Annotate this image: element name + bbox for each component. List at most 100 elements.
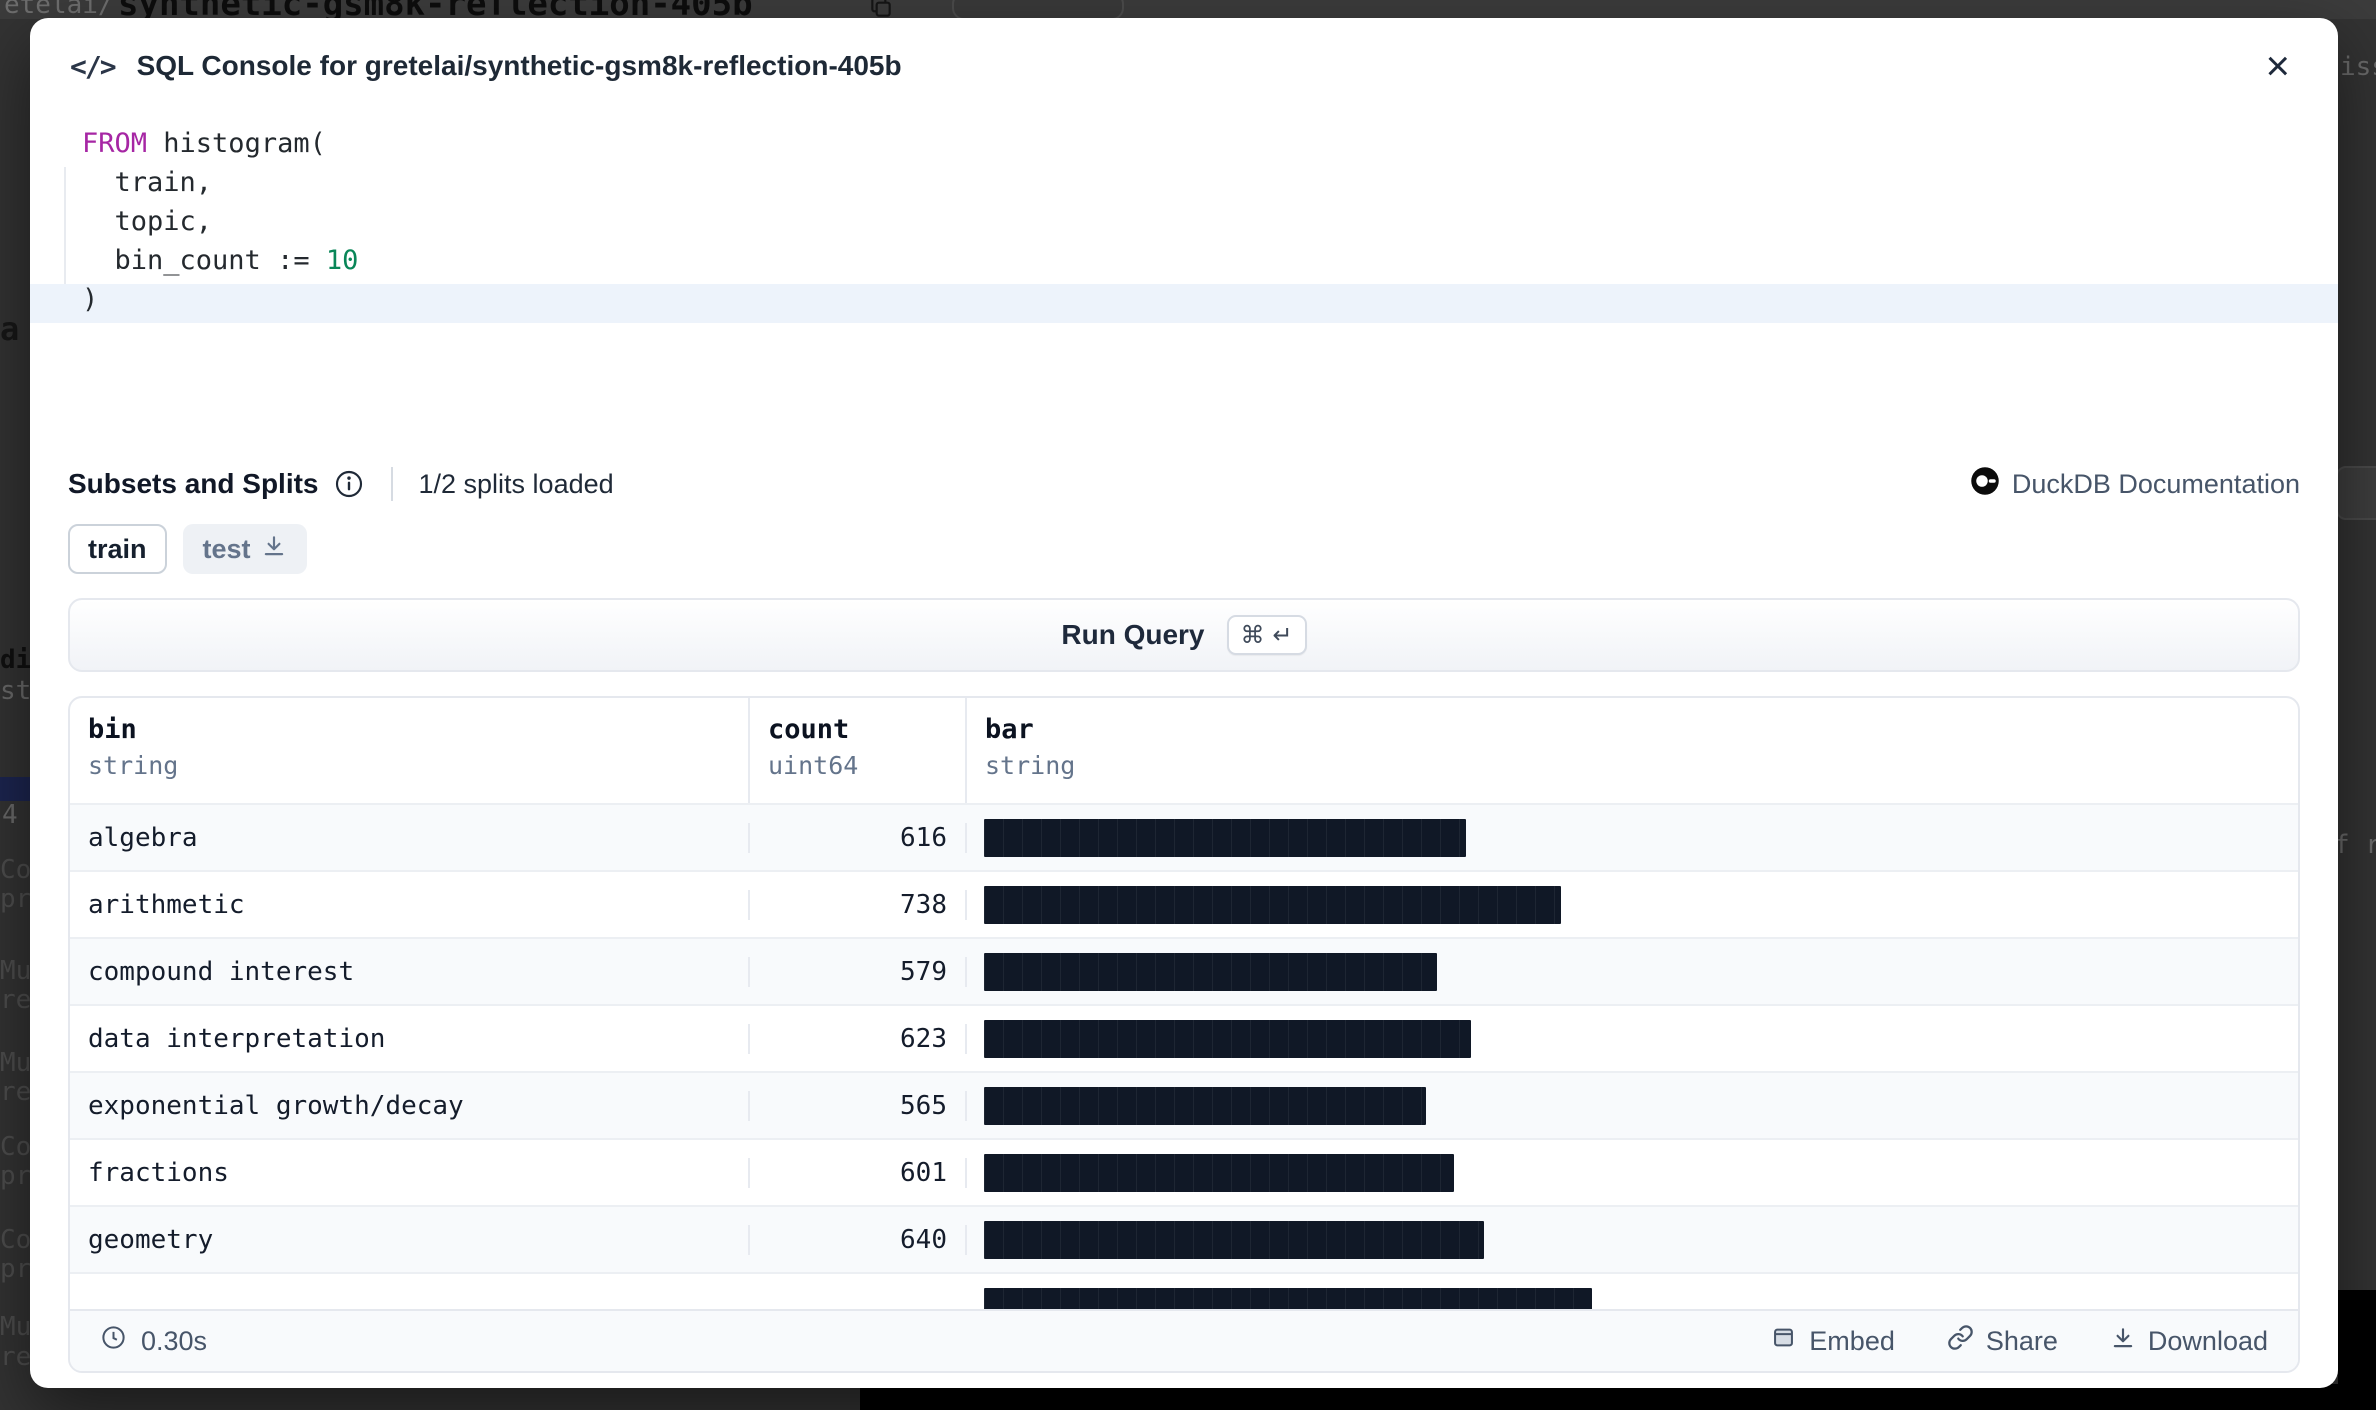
action-label: Embed [1809, 1326, 1895, 1357]
table-row-partial [70, 1272, 2298, 1309]
background-dataset-title: synthetic-gsm8k-reflection-405b [118, 0, 753, 19]
footer-actions: Embed Share Download [1770, 1324, 2268, 1358]
count-cell: 601 [750, 1158, 967, 1188]
bin-cell: exponential growth/decay [70, 1091, 750, 1121]
download-icon [2110, 1325, 2136, 1358]
embed-button[interactable]: Embed [1770, 1324, 1895, 1358]
code-token: topic, [82, 206, 212, 237]
count-cell: 579 [750, 957, 967, 987]
column-header-bin: bin string [70, 698, 750, 803]
count-cell: 738 [750, 890, 967, 920]
bin-cell: compound interest [70, 957, 750, 987]
download-button[interactable]: Download [2110, 1324, 2268, 1358]
table-row: arithmetic 738 [70, 870, 2298, 937]
run-query-label: Run Query [1061, 619, 1204, 651]
action-label: Download [2148, 1326, 2268, 1357]
run-query-button[interactable]: Run Query ⌘↵ [68, 598, 2300, 672]
code-line: FROM histogram( [30, 128, 2338, 167]
clock-icon [100, 1324, 127, 1358]
background-text-fragment: f row [2334, 830, 2376, 860]
query-duration: 0.30s [100, 1324, 207, 1358]
code-token: ) [82, 284, 98, 315]
modal-header: </> SQL Console for gretelai/synthetic-g… [30, 18, 2338, 114]
splits-section-header: Subsets and Splits 1/2 splits loaded [68, 458, 2300, 510]
bin-cell: geometry [70, 1225, 750, 1255]
duckdb-documentation-link[interactable]: DuckDB Documentation [1970, 466, 2300, 503]
table-row: compound interest 579 [70, 937, 2298, 1004]
split-label: train [88, 534, 147, 565]
background-repo-owner: etelai/ [4, 0, 114, 19]
column-type: string [985, 751, 2298, 780]
count-cell: 616 [750, 823, 967, 853]
background-highlight-bar [0, 777, 30, 801]
count-cell: 640 [750, 1225, 967, 1255]
table-row: geometry 640 [70, 1205, 2298, 1272]
modal-title: SQL Console for gretelai/synthetic-gsm8k… [137, 50, 2258, 82]
histogram-bar [984, 1154, 1454, 1192]
table-header-row: bin stringcount uint64bar string [70, 698, 2298, 803]
splits-heading: Subsets and Splits [68, 468, 319, 500]
shortcut-key: ↵ [1273, 621, 1293, 649]
page: etelai/ synthetic-gsm8k-reflection-405b … [0, 0, 2376, 1410]
splits-loaded-status: 1/2 splits loaded [419, 469, 614, 500]
bin-cell: data interpretation [70, 1024, 750, 1054]
column-name: bar [985, 714, 2298, 745]
shortcut-key: ⌘ [1241, 621, 1265, 649]
share-icon [1947, 1324, 1974, 1358]
split-buttons: train test [68, 524, 2300, 574]
code-token: bin_count := [82, 245, 326, 276]
bin-cell: arithmetic [70, 890, 750, 920]
table-body: algebra 616 arithmetic 738 compound inte… [70, 803, 2298, 1272]
code-token: train, [82, 167, 212, 198]
column-type: string [88, 751, 748, 780]
column-name: count [768, 714, 965, 745]
code-line: topic, [30, 206, 2338, 245]
code-token: histogram( [147, 128, 326, 159]
table-row: exponential growth/decay 565 [70, 1071, 2298, 1138]
count-cell: 623 [750, 1024, 967, 1054]
table-row: algebra 616 [70, 803, 2298, 870]
histogram-bar [984, 1288, 1592, 1309]
code-token: 10 [326, 245, 359, 276]
histogram-bar [984, 1087, 1426, 1125]
column-header-bar: bar string [967, 698, 2298, 803]
table-footer: 0.30s Embed Share Download [70, 1309, 2298, 1371]
split-button-train[interactable]: train [68, 524, 167, 574]
split-button-test[interactable]: test [183, 524, 307, 574]
action-label: Share [1986, 1326, 2058, 1357]
background-pill-button [952, 0, 1124, 19]
sql-editor[interactable]: FROM histogram( train, topic, bin_count … [30, 128, 2338, 458]
close-icon[interactable]: × [2257, 45, 2298, 87]
count-cell: 565 [750, 1091, 967, 1121]
column-type: uint64 [768, 751, 965, 780]
column-name: bin [88, 714, 748, 745]
info-icon[interactable] [333, 468, 365, 500]
histogram-bar [984, 1020, 1471, 1058]
histogram-bar [984, 886, 1561, 924]
keyboard-shortcut-badge: ⌘↵ [1227, 615, 1307, 655]
background-button-fragment [2336, 466, 2376, 520]
code-token: FROM [82, 128, 147, 159]
duckdb-link-label: DuckDB Documentation [2012, 469, 2300, 500]
embed-icon [1770, 1324, 1797, 1358]
share-button[interactable]: Share [1947, 1324, 2058, 1358]
duration-value: 0.30s [141, 1326, 207, 1357]
download-icon [261, 533, 287, 566]
code-line: train, [30, 167, 2338, 206]
column-header-count: count uint64 [750, 698, 967, 803]
histogram-bar [984, 819, 1466, 857]
bin-cell: algebra [70, 823, 750, 853]
split-label: test [203, 534, 251, 565]
sql-console-modal: </> SQL Console for gretelai/synthetic-g… [30, 18, 2338, 1388]
histogram-bar [984, 1221, 1484, 1259]
table-row: data interpretation 623 [70, 1004, 2298, 1071]
background-page-header: etelai/ synthetic-gsm8k-reflection-405b [0, 0, 2376, 19]
bin-cell: fractions [70, 1158, 750, 1188]
results-table: bin stringcount uint64bar string algebra… [68, 696, 2300, 1373]
code-line: bin_count := 10 [30, 245, 2338, 284]
background-text-fragment: issa [2340, 52, 2376, 82]
table-row: fractions 601 [70, 1138, 2298, 1205]
code-icon: </> [70, 50, 115, 83]
duckdb-logo-icon [1970, 466, 2000, 503]
vertical-divider [391, 467, 393, 501]
